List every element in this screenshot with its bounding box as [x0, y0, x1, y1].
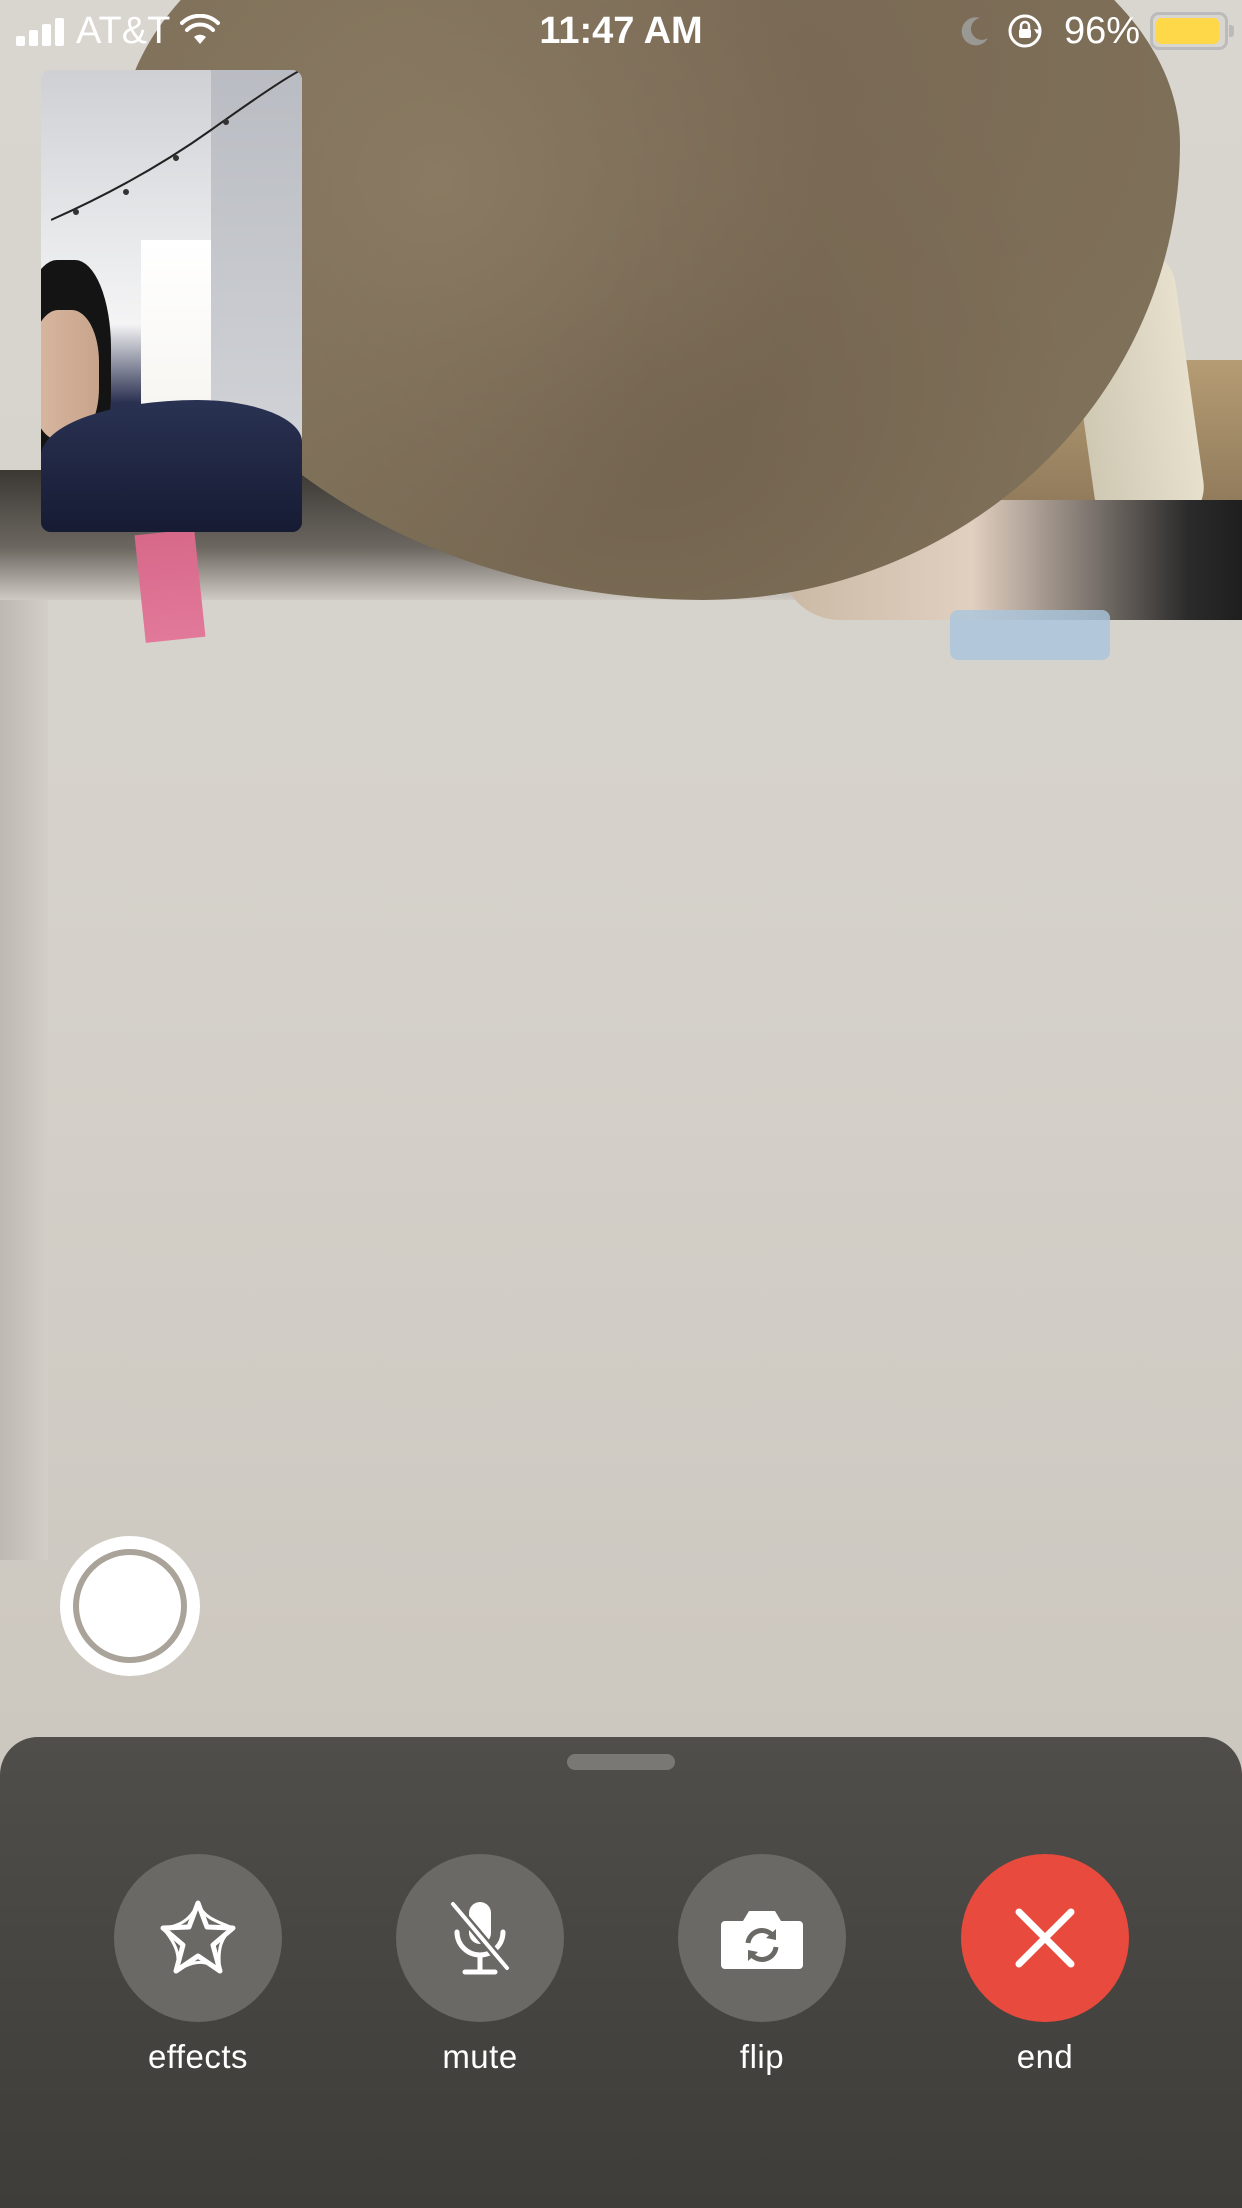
- status-bar: AT&T 11:47 AM 96%: [0, 0, 1242, 62]
- self-view-shirt: [41, 400, 302, 532]
- capture-photo-button[interactable]: [60, 1536, 200, 1676]
- mute-label: mute: [442, 2038, 518, 2075]
- call-controls-panel: effects mute flip end: [0, 1737, 1242, 2208]
- battery-fill: [1156, 18, 1220, 44]
- rotation-lock-icon: [1008, 14, 1042, 48]
- end-label: end: [1016, 2038, 1074, 2075]
- flip-label: flip: [739, 2038, 785, 2075]
- status-time: 11:47 AM: [539, 10, 703, 52]
- effects-button[interactable]: [114, 1854, 282, 2022]
- effects-control: effects: [114, 1854, 282, 2076]
- flip-control: flip: [678, 1854, 846, 2076]
- mute-button[interactable]: [396, 1854, 564, 2022]
- close-x-icon: [1015, 1908, 1075, 1968]
- panel-grabber-handle[interactable]: [567, 1754, 675, 1770]
- end-control: end: [961, 1854, 1129, 2076]
- microphone-slash-icon: [449, 1901, 511, 1975]
- end-call-button[interactable]: [961, 1854, 1129, 2022]
- camera-flip-icon: [721, 1911, 803, 1969]
- video-wall-edge: [0, 560, 48, 1560]
- self-view-preview[interactable]: [41, 70, 302, 532]
- mute-control: mute: [396, 1854, 564, 2076]
- star-effects-icon: [160, 1900, 236, 1974]
- flip-button[interactable]: [678, 1854, 846, 2022]
- self-view-string-lights: [51, 70, 302, 221]
- battery-icon: [1150, 12, 1234, 50]
- moon-icon: [961, 17, 988, 46]
- video-blue-tag: [950, 610, 1110, 660]
- effects-label: effects: [147, 2038, 249, 2075]
- video-pink-tag: [134, 529, 206, 643]
- battery-percent: 96%: [1064, 10, 1141, 52]
- capture-ring-icon: [73, 1549, 187, 1663]
